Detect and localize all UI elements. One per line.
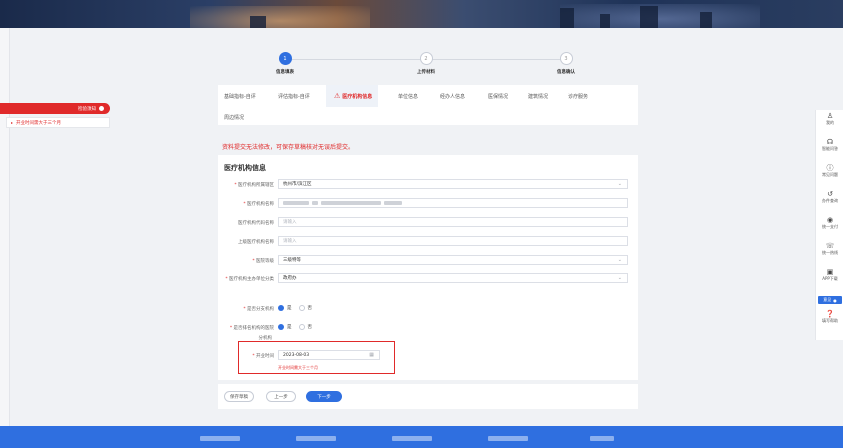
headquarter-label: * 是否排名机构的医院 xyxy=(229,326,274,331)
left-gutter xyxy=(0,28,10,426)
rb-feedback[interactable]: 意见 ● xyxy=(818,296,842,304)
app-icon: ▣ xyxy=(826,268,834,276)
name-input[interactable] xyxy=(278,198,628,208)
radio-checked-icon[interactable] xyxy=(278,305,284,311)
next-button[interactable]: 下一步 xyxy=(306,391,342,402)
user-icon: ♙ xyxy=(826,112,834,120)
parent-input[interactable]: 请输入 xyxy=(278,236,628,246)
region-label: * 医疗机构所属辖区 xyxy=(234,183,274,188)
radio-checked-icon[interactable] xyxy=(278,324,284,330)
medical-info-form: 医疗机构信息 * 医疗机构所属辖区 杭州市/滨江区 ⌄ * 医疗机构名称 医疗机构… xyxy=(218,155,638,380)
open-time-error: 开业时间需大于三个月 xyxy=(278,365,318,370)
rb-mine[interactable]: ♙ 我的 xyxy=(816,112,843,126)
code-label: 医疗机构代码名称 xyxy=(238,221,274,226)
progress-steps: 1 信息填表 2 上传材料 3 信息确认 xyxy=(218,52,638,80)
help-icon: ❓ xyxy=(825,310,835,318)
chevron-down-icon: ⌄ xyxy=(617,181,622,187)
rb-hotline[interactable]: ☏ 统一热线 xyxy=(816,242,843,256)
prev-button[interactable]: 上一步 xyxy=(266,391,296,402)
phone-icon: ☏ xyxy=(825,242,835,250)
tab-basic-index[interactable]: 基础指标-自评 xyxy=(224,93,256,100)
guide-tip-text: 开业时间需大于三个月 xyxy=(16,120,62,126)
open-time-label: * 开业时间 xyxy=(252,354,274,359)
chevron-down-icon: ⌄ xyxy=(617,257,622,263)
chevron-down-icon: ⌄ xyxy=(617,275,622,281)
rb-app[interactable]: ▣ APP下载 xyxy=(816,268,843,282)
right-toolbar: ♙ 我的 ☊ 智能问答 ⓘ 常见问题 ↺ 办件查询 ◉ 统一支付 ☏ 统一热线 ▣ APP下载… xyxy=(815,110,843,340)
calendar-icon: ▦ xyxy=(369,352,374,358)
level-select[interactable]: 三级特等 ⌄ xyxy=(278,255,628,265)
step-1: 1 信息填表 xyxy=(255,52,315,75)
header-banner xyxy=(0,0,843,28)
target-icon: ◉ xyxy=(826,216,834,224)
rb-help[interactable]: ❓ 填写帮助 xyxy=(816,310,843,324)
tab-surroundings[interactable]: 周边情况 xyxy=(224,114,244,121)
rb-qa[interactable]: ☊ 智能问答 xyxy=(816,138,843,152)
tab-medical-info[interactable]: ⚠ 医疗机构信息 xyxy=(334,92,372,100)
branch-radio[interactable]: 是 否 xyxy=(278,305,312,311)
dot-icon: ● xyxy=(833,297,837,303)
branch-label: * 是否分支机构 xyxy=(243,307,274,312)
guide-tip[interactable]: ▸ 开业时间需大于三个月 xyxy=(6,117,110,128)
rb-query[interactable]: ↺ 办件查询 xyxy=(816,190,843,204)
warning-icon: ⚠ xyxy=(334,92,341,100)
open-time-input[interactable]: 2023-08-03 ▦ xyxy=(278,350,380,360)
tab-bar: 基础指标-自评 评估指标-自评 ⚠ 医疗机构信息 单位信息 经办人信息 医保情况 … xyxy=(218,85,638,125)
form-title: 医疗机构信息 xyxy=(224,164,266,172)
tab-unit-info[interactable]: 单位信息 xyxy=(398,93,418,100)
subject-select[interactable]: 政府办 ⌄ xyxy=(278,273,628,283)
region-select[interactable]: 杭州市/滨江区 ⌄ xyxy=(278,179,628,189)
name-label: * 医疗机构名称 xyxy=(243,202,274,207)
tab-agent-info[interactable]: 经办人信息 xyxy=(440,93,465,100)
tab-insurance[interactable]: 医保情况 xyxy=(488,93,508,100)
code-input[interactable]: 请输入 xyxy=(278,217,628,227)
info-icon: ⓘ xyxy=(826,164,834,172)
rb-faq[interactable]: ⓘ 常见问题 xyxy=(816,164,843,178)
parent-label: 上级医疗机构名称 xyxy=(238,240,274,245)
step-2: 2 上传材料 xyxy=(396,52,456,75)
tab-eval-index[interactable]: 评估指标-自评 xyxy=(278,93,310,100)
dot-icon xyxy=(99,106,104,111)
footer-bar xyxy=(0,426,843,448)
tab-building[interactable]: 建筑情况 xyxy=(528,93,548,100)
guide-tag-label: 检验须知 xyxy=(78,106,96,112)
guide-tag[interactable]: 检验须知 xyxy=(0,103,110,114)
submit-notice: 资料提交无法修改，可保存草稿核对无误后提交。 xyxy=(222,144,355,151)
step-3: 3 信息确认 xyxy=(536,52,596,75)
headset-icon: ☊ xyxy=(826,138,834,146)
level-label: * 医院等级 xyxy=(252,259,274,264)
subject-label: * 医疗机构主办单位分类 xyxy=(225,277,274,282)
history-icon: ↺ xyxy=(827,190,833,198)
action-bar: 保存草稿 上一步 下一步 xyxy=(218,384,638,409)
rb-pay[interactable]: ◉ 统一支付 xyxy=(816,216,843,230)
radio-unchecked-icon[interactable] xyxy=(298,324,305,330)
caret-right-icon: ▸ xyxy=(11,120,14,125)
tab-service[interactable]: 诊疗服务 xyxy=(568,93,588,100)
save-draft-button[interactable]: 保存草稿 xyxy=(224,391,254,402)
headquarter-radio[interactable]: 是 否 xyxy=(278,324,312,330)
radio-unchecked-icon[interactable] xyxy=(298,305,305,311)
